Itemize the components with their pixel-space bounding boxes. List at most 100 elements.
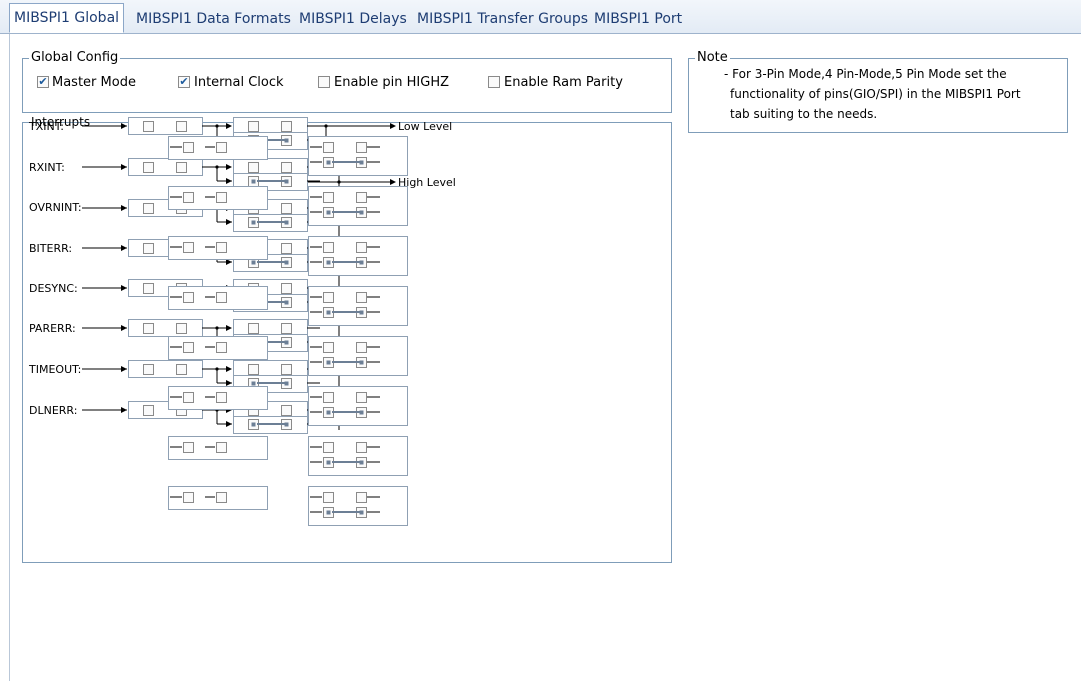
level-cell-b-1 bbox=[356, 142, 367, 153]
arrow-icon bbox=[226, 421, 232, 427]
level-cell-b-6 bbox=[356, 392, 367, 403]
level-cell-a-5 bbox=[323, 342, 334, 353]
timeout-route-cell-b bbox=[281, 364, 292, 375]
arrow-icon bbox=[226, 380, 232, 386]
switch-dot bbox=[359, 160, 364, 165]
parerr-enable-block bbox=[128, 319, 203, 337]
rxint-enable-cell-a bbox=[143, 162, 154, 173]
level-cell-a-8 bbox=[323, 492, 334, 503]
switch-dot bbox=[326, 460, 331, 465]
parerr-route-block bbox=[233, 319, 308, 337]
arrow-icon bbox=[121, 164, 127, 170]
desync-route-cell-b bbox=[281, 283, 292, 294]
flag-cell-b-1 bbox=[216, 142, 227, 153]
switch-dot bbox=[326, 310, 331, 315]
level-cell-b-2 bbox=[356, 192, 367, 203]
txint-enable-cell-a bbox=[143, 121, 154, 132]
txint-enable-cell-b bbox=[176, 121, 187, 132]
parerr-enable-cell-b bbox=[176, 323, 187, 334]
timeout-route-block bbox=[233, 360, 308, 378]
level-cell-b-4 bbox=[356, 292, 367, 303]
rxint-enable-cell-b bbox=[176, 162, 187, 173]
switch-dot bbox=[359, 260, 364, 265]
switch-dot bbox=[251, 179, 256, 184]
parerr-route-cell-b bbox=[281, 323, 292, 334]
ovrnint-enable-cell-a bbox=[143, 203, 154, 214]
interrupt-routing-diagram bbox=[82, 117, 408, 526]
arrow-icon bbox=[226, 123, 232, 129]
arrow-icon bbox=[226, 178, 232, 184]
switch-dot bbox=[326, 410, 331, 415]
level-cell-a-1 bbox=[323, 142, 334, 153]
switch-dot bbox=[251, 422, 256, 427]
txint-route-block bbox=[233, 117, 308, 135]
flag-cell-b-8 bbox=[216, 492, 227, 503]
switch-dot bbox=[251, 220, 256, 225]
switch-dot bbox=[284, 422, 289, 427]
level-cell-b-8 bbox=[356, 492, 367, 503]
flag-cell-a-8 bbox=[183, 492, 194, 503]
timeout-route-cell-a bbox=[248, 364, 259, 375]
txint-enable-block bbox=[128, 117, 203, 135]
level-cell-b-3 bbox=[356, 242, 367, 253]
txint-route-cell-a bbox=[248, 121, 259, 132]
switch-dot bbox=[359, 410, 364, 415]
desync-enable-cell-a bbox=[143, 283, 154, 294]
timeout-enable-block bbox=[128, 360, 203, 378]
ovrnint-route-cell-b bbox=[281, 203, 292, 214]
arrow-icon bbox=[226, 164, 232, 170]
arrow-icon bbox=[121, 245, 127, 251]
arrow-icon bbox=[121, 123, 127, 129]
switch-dot bbox=[359, 510, 364, 515]
switch-dot bbox=[284, 138, 289, 143]
flag-cell-a-2 bbox=[183, 192, 194, 203]
level-cell-a-2 bbox=[323, 192, 334, 203]
switch-dot bbox=[326, 160, 331, 165]
dlnerr-route-cell-b bbox=[281, 405, 292, 416]
rxint-route-block bbox=[233, 158, 308, 176]
timeout-enable-cell-a bbox=[143, 364, 154, 375]
dlnerr-enable-cell-a bbox=[143, 405, 154, 416]
flag-cell-b-5 bbox=[216, 342, 227, 353]
arrow-icon bbox=[121, 205, 127, 211]
flag-cell-a-3 bbox=[183, 242, 194, 253]
level-cell-a-6 bbox=[323, 392, 334, 403]
switch-dot bbox=[326, 360, 331, 365]
txint-route-cell-b bbox=[281, 121, 292, 132]
arrow-icon bbox=[390, 179, 396, 185]
switch-dot bbox=[326, 510, 331, 515]
flag-cell-b-2 bbox=[216, 192, 227, 203]
switch-dot bbox=[359, 210, 364, 215]
arrow-icon bbox=[226, 325, 232, 331]
rxint-route-cell-a bbox=[248, 162, 259, 173]
arrow-icon bbox=[121, 285, 127, 291]
level-cell-a-7 bbox=[323, 442, 334, 453]
switch-dot bbox=[284, 179, 289, 184]
biterr-route-cell-b bbox=[281, 243, 292, 254]
level-cell-a-4 bbox=[323, 292, 334, 303]
flag-cell-a-6 bbox=[183, 392, 194, 403]
arrow-icon bbox=[121, 325, 127, 331]
flag-cell-b-7 bbox=[216, 442, 227, 453]
flag-cell-a-7 bbox=[183, 442, 194, 453]
rxint-route-cell-b bbox=[281, 162, 292, 173]
switch-dot bbox=[284, 300, 289, 305]
switch-dot bbox=[251, 381, 256, 386]
timeout-enable-cell-b bbox=[176, 364, 187, 375]
switch-dot bbox=[284, 260, 289, 265]
arrow-icon bbox=[121, 366, 127, 372]
arrow-icon bbox=[390, 123, 396, 129]
level-cell-b-5 bbox=[356, 342, 367, 353]
flag-cell-b-6 bbox=[216, 392, 227, 403]
switch-dot bbox=[359, 460, 364, 465]
switch-dot bbox=[326, 210, 331, 215]
arrow-icon bbox=[121, 407, 127, 413]
flag-cell-b-4 bbox=[216, 292, 227, 303]
flag-cell-b-3 bbox=[216, 242, 227, 253]
switch-dot bbox=[359, 310, 364, 315]
switch-dot bbox=[284, 381, 289, 386]
rxint-enable-block bbox=[128, 158, 203, 176]
flag-cell-a-4 bbox=[183, 292, 194, 303]
flag-cell-a-5 bbox=[183, 342, 194, 353]
switch-dot bbox=[284, 340, 289, 345]
